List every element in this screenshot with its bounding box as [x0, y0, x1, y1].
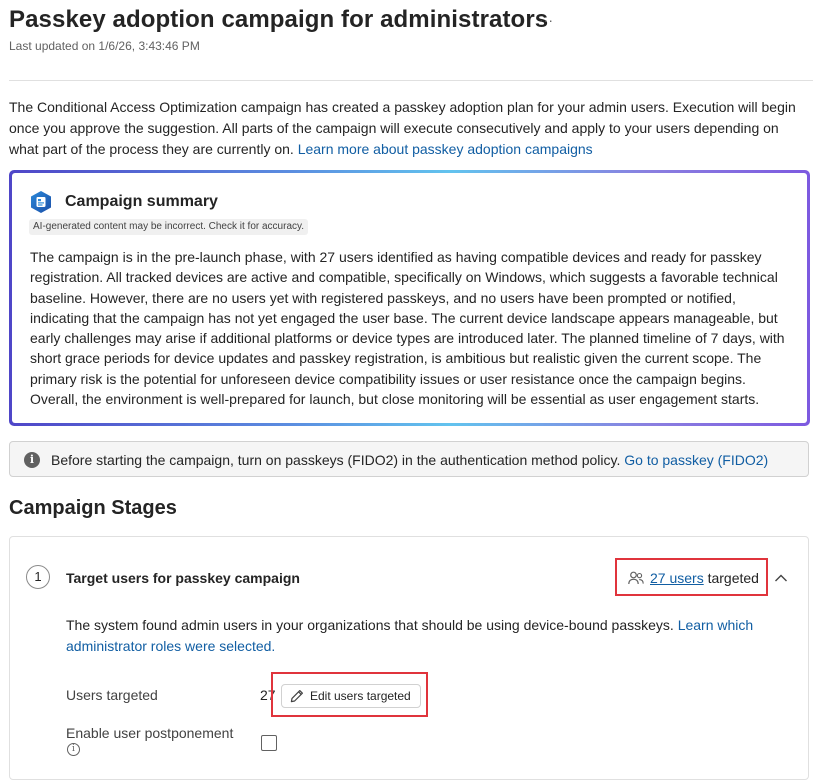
stage-description-text: The system found admin users in your org… [66, 617, 678, 633]
learn-more-campaigns-link[interactable]: Learn more about passkey adoption campai… [298, 141, 593, 157]
edit-users-targeted-button[interactable]: Edit users targeted [281, 684, 421, 708]
postponement-label: Enable user postponement [66, 725, 234, 741]
campaign-summary-content: Campaign summary AI-generated content ma… [12, 173, 807, 423]
people-icon [628, 571, 644, 585]
pencil-icon [290, 690, 303, 703]
page-title: Passkey adoption campaign for administra… [9, 6, 549, 33]
copilot-summary-icon [31, 191, 51, 213]
ai-disclaimer-badge: AI-generated content may be incorrect. C… [29, 219, 309, 235]
go-to-fido2-link[interactable]: Go to passkey (FIDO2) [624, 452, 768, 468]
users-targeted-summary: 27 users targeted [628, 570, 759, 586]
stage-card-target-users: 1 Target users for passkey campaign 27 u… [9, 536, 809, 780]
chevron-up-icon[interactable] [774, 573, 788, 583]
campaign-summary-card: Campaign summary AI-generated content ma… [9, 170, 810, 426]
header-divider [9, 80, 813, 81]
more-options-button[interactable]: ··· [538, 10, 554, 30]
last-updated-timestamp: Last updated on 1/6/26, 3:43:46 PM [9, 39, 200, 53]
targeted-suffix: targeted [703, 570, 759, 586]
stage-number-badge: 1 [26, 565, 50, 589]
campaign-stages-heading: Campaign Stages [9, 497, 177, 519]
info-bar-text: Before starting the campaign, turn on pa… [51, 452, 625, 468]
summary-text: The campaign is in the pre-launch phase,… [30, 249, 785, 408]
intro-paragraph: The Conditional Access Optimization camp… [9, 97, 809, 160]
fido2-info-bar: i Before starting the campaign, turn on … [9, 441, 809, 477]
summary-title: Campaign summary [65, 193, 218, 210]
postponement-info-icon[interactable]: i [67, 743, 80, 756]
info-bar-message: Before starting the campaign, turn on pa… [51, 452, 768, 468]
users-targeted-value: 27 [260, 687, 276, 703]
stage-description: The system found admin users in your org… [66, 615, 766, 656]
edit-users-targeted-label: Edit users targeted [310, 689, 411, 703]
info-icon: i [24, 452, 40, 468]
users-targeted-link[interactable]: 27 users [650, 570, 704, 586]
stage-title: Target users for passkey campaign [66, 570, 300, 586]
users-targeted-label: Users targeted [66, 687, 158, 703]
enable-postponement-checkbox[interactable] [261, 735, 277, 751]
